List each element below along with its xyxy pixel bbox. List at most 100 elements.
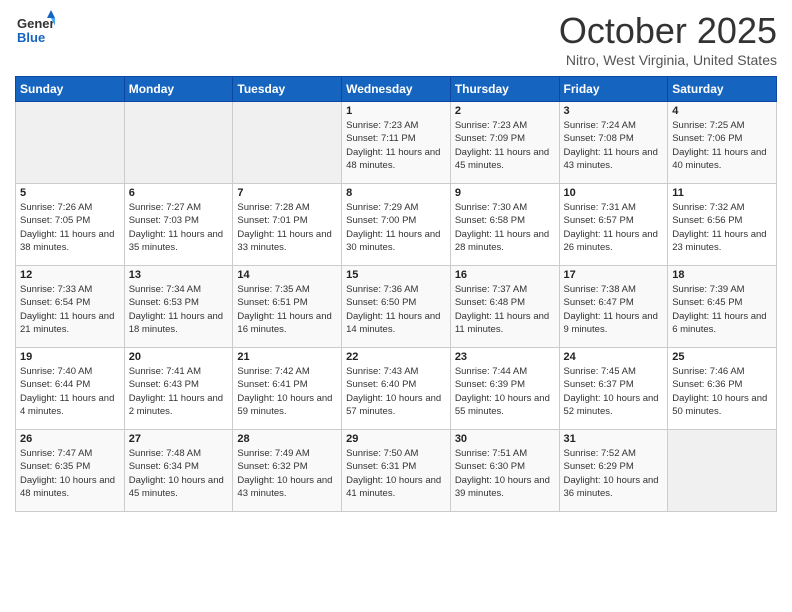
col-tuesday: Tuesday <box>233 77 342 102</box>
col-friday: Friday <box>559 77 668 102</box>
day-number: 15 <box>346 269 446 281</box>
calendar-cell: 28Sunrise: 7:49 AM Sunset: 6:32 PM Dayli… <box>233 430 342 512</box>
day-info: Sunrise: 7:47 AM Sunset: 6:35 PM Dayligh… <box>20 447 120 500</box>
day-number: 6 <box>129 187 229 199</box>
calendar-cell: 15Sunrise: 7:36 AM Sunset: 6:50 PM Dayli… <box>342 266 451 348</box>
day-info: Sunrise: 7:49 AM Sunset: 6:32 PM Dayligh… <box>237 447 337 500</box>
month-title: October 2025 <box>559 10 777 52</box>
day-number: 5 <box>20 187 120 199</box>
logo-icon: General Blue <box>15 10 55 50</box>
day-number: 23 <box>455 351 555 363</box>
day-number: 14 <box>237 269 337 281</box>
calendar-cell: 20Sunrise: 7:41 AM Sunset: 6:43 PM Dayli… <box>124 348 233 430</box>
calendar-cell: 13 Sunrise: 7:34 AM Sunset: 6:53 PM Dayli… <box>124 266 233 348</box>
calendar-cell: 18Sunrise: 7:39 AM Sunset: 6:45 PM Dayli… <box>668 266 777 348</box>
day-number: 16 <box>455 269 555 281</box>
day-info: Sunrise: 7:24 AM Sunset: 7:08 PM Dayligh… <box>564 119 664 172</box>
day-info: Sunrise: 7:28 AM Sunset: 7:01 PM Dayligh… <box>237 201 337 254</box>
calendar-cell: 1 Sunrise: 7:23 AM Sunset: 7:11 PM Daylig… <box>342 102 451 184</box>
day-info: Sunrise: 7:52 AM Sunset: 6:29 PM Dayligh… <box>564 447 664 500</box>
day-info: Sunrise: 7:25 AM Sunset: 7:06 PM Dayligh… <box>672 119 772 172</box>
svg-text:Blue: Blue <box>17 30 45 45</box>
day-info: Sunrise: 7:50 AM Sunset: 6:31 PM Dayligh… <box>346 447 446 500</box>
day-info: Sunrise: 7:35 AM Sunset: 6:51 PM Dayligh… <box>237 283 337 336</box>
day-number: 25 <box>672 351 772 363</box>
day-number: 31 <box>564 433 664 445</box>
day-number: 24 <box>564 351 664 363</box>
calendar-cell: 31 Sunrise: 7:52 AM Sunset: 6:29 PM Dayli… <box>559 430 668 512</box>
day-number: 9 <box>455 187 555 199</box>
day-info: Sunrise: 7:43 AM Sunset: 6:40 PM Dayligh… <box>346 365 446 418</box>
calendar-cell: 7 Sunrise: 7:28 AM Sunset: 7:01 PM Daylig… <box>233 184 342 266</box>
calendar-cell: 9 Sunrise: 7:30 AM Sunset: 6:58 PM Daylig… <box>450 184 559 266</box>
page: General Blue October 2025 Nitro, West Vi… <box>0 0 792 612</box>
day-info: Sunrise: 7:29 AM Sunset: 7:00 PM Dayligh… <box>346 201 446 254</box>
day-number: 22 <box>346 351 446 363</box>
calendar-cell: 11Sunrise: 7:32 AM Sunset: 6:56 PM Dayli… <box>668 184 777 266</box>
calendar-cell <box>16 102 125 184</box>
calendar-cell <box>668 430 777 512</box>
col-monday: Monday <box>124 77 233 102</box>
calendar-cell: 6 Sunrise: 7:27 AM Sunset: 7:03 PM Daylig… <box>124 184 233 266</box>
calendar-cell <box>124 102 233 184</box>
title-block: October 2025 Nitro, West Virginia, Unite… <box>559 10 777 68</box>
day-info: Sunrise: 7:37 AM Sunset: 6:48 PM Dayligh… <box>455 283 555 336</box>
day-info: Sunrise: 7:51 AM Sunset: 6:30 PM Dayligh… <box>455 447 555 500</box>
day-number: 3 <box>564 105 664 117</box>
day-info: Sunrise: 7:45 AM Sunset: 6:37 PM Dayligh… <box>564 365 664 418</box>
calendar-cell: 16 Sunrise: 7:37 AM Sunset: 6:48 PM Dayli… <box>450 266 559 348</box>
calendar-cell: 30 Sunrise: 7:51 AM Sunset: 6:30 PM Dayli… <box>450 430 559 512</box>
calendar-cell: 29 Sunrise: 7:50 AM Sunset: 6:31 PM Dayli… <box>342 430 451 512</box>
svg-text:General: General <box>17 16 55 31</box>
day-number: 21 <box>237 351 337 363</box>
day-number: 10 <box>564 187 664 199</box>
day-info: Sunrise: 7:38 AM Sunset: 6:47 PM Dayligh… <box>564 283 664 336</box>
calendar-cell <box>233 102 342 184</box>
day-info: Sunrise: 7:30 AM Sunset: 6:58 PM Dayligh… <box>455 201 555 254</box>
header: General Blue October 2025 Nitro, West Vi… <box>15 10 777 68</box>
day-info: Sunrise: 7:23 AM Sunset: 7:09 PM Dayligh… <box>455 119 555 172</box>
day-info: Sunrise: 7:41 AM Sunset: 6:43 PM Dayligh… <box>129 365 229 418</box>
day-info: Sunrise: 7:31 AM Sunset: 6:57 PM Dayligh… <box>564 201 664 254</box>
day-number: 29 <box>346 433 446 445</box>
day-number: 30 <box>455 433 555 445</box>
col-saturday: Saturday <box>668 77 777 102</box>
day-info: Sunrise: 7:42 AM Sunset: 6:41 PM Dayligh… <box>237 365 337 418</box>
calendar-cell: 17 Sunrise: 7:38 AM Sunset: 6:47 PM Dayli… <box>559 266 668 348</box>
calendar-cell: 12Sunrise: 7:33 AM Sunset: 6:54 PM Dayli… <box>16 266 125 348</box>
calendar-cell: 4Sunrise: 7:25 AM Sunset: 7:06 PM Daylig… <box>668 102 777 184</box>
day-number: 27 <box>129 433 229 445</box>
day-number: 13 <box>129 269 229 281</box>
calendar-cell: 21 Sunrise: 7:42 AM Sunset: 6:41 PM Dayli… <box>233 348 342 430</box>
calendar-cell: 24 Sunrise: 7:45 AM Sunset: 6:37 PM Dayli… <box>559 348 668 430</box>
calendar-cell: 3 Sunrise: 7:24 AM Sunset: 7:08 PM Daylig… <box>559 102 668 184</box>
day-number: 12 <box>20 269 120 281</box>
calendar-cell: 5 Sunrise: 7:26 AM Sunset: 7:05 PM Daylig… <box>16 184 125 266</box>
calendar-cell: 8Sunrise: 7:29 AM Sunset: 7:00 PM Daylig… <box>342 184 451 266</box>
day-number: 7 <box>237 187 337 199</box>
col-sunday: Sunday <box>16 77 125 102</box>
calendar-table: Sunday Monday Tuesday Wednesday Thursday… <box>15 76 777 512</box>
calendar-cell: 22 Sunrise: 7:43 AM Sunset: 6:40 PM Dayli… <box>342 348 451 430</box>
day-info: Sunrise: 7:32 AM Sunset: 6:56 PM Dayligh… <box>672 201 772 254</box>
day-number: 2 <box>455 105 555 117</box>
calendar-cell: 10 Sunrise: 7:31 AM Sunset: 6:57 PM Dayli… <box>559 184 668 266</box>
day-info: Sunrise: 7:23 AM Sunset: 7:11 PM Dayligh… <box>346 119 446 172</box>
calendar-cell: 26 Sunrise: 7:47 AM Sunset: 6:35 PM Dayli… <box>16 430 125 512</box>
calendar-cell: 14 Sunrise: 7:35 AM Sunset: 6:51 PM Dayli… <box>233 266 342 348</box>
col-wednesday: Wednesday <box>342 77 451 102</box>
day-number: 19 <box>20 351 120 363</box>
day-number: 17 <box>564 269 664 281</box>
calendar-cell: 23 Sunrise: 7:44 AM Sunset: 6:39 PM Dayli… <box>450 348 559 430</box>
calendar-cell: 2 Sunrise: 7:23 AM Sunset: 7:09 PM Daylig… <box>450 102 559 184</box>
day-info: Sunrise: 7:44 AM Sunset: 6:39 PM Dayligh… <box>455 365 555 418</box>
day-info: Sunrise: 7:26 AM Sunset: 7:05 PM Dayligh… <box>20 201 120 254</box>
day-number: 18 <box>672 269 772 281</box>
day-number: 1 <box>346 105 446 117</box>
day-info: Sunrise: 7:40 AM Sunset: 6:44 PM Dayligh… <box>20 365 120 418</box>
day-info: Sunrise: 7:27 AM Sunset: 7:03 PM Dayligh… <box>129 201 229 254</box>
logo: General Blue <box>15 10 55 55</box>
day-info: Sunrise: 7:34 AM Sunset: 6:53 PM Dayligh… <box>129 283 229 336</box>
day-number: 26 <box>20 433 120 445</box>
location: Nitro, West Virginia, United States <box>559 52 777 68</box>
